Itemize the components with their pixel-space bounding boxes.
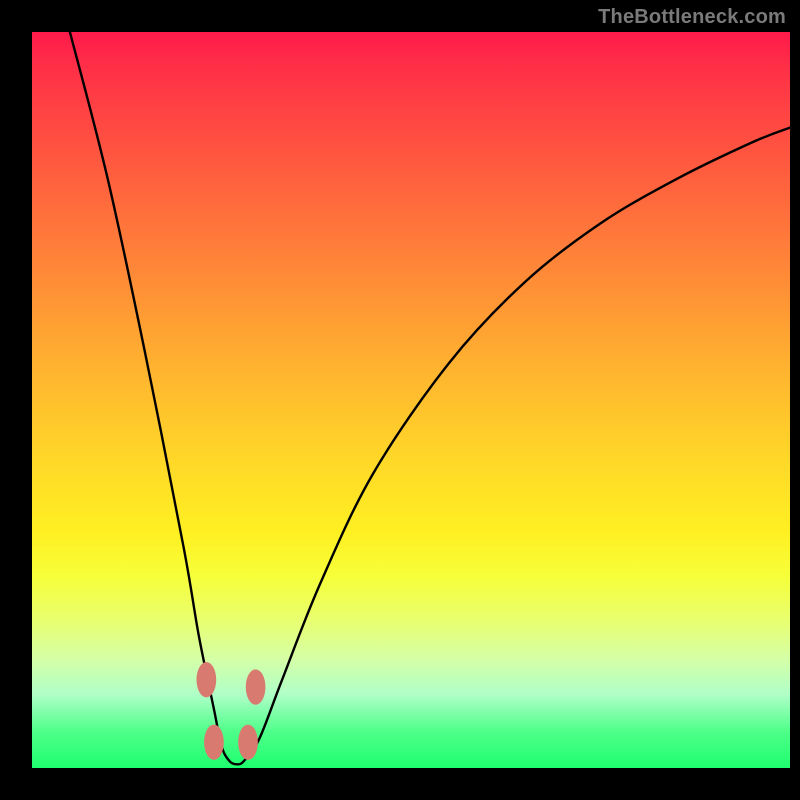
chart-svg	[0, 0, 800, 800]
curve-markers	[196, 662, 265, 760]
curve-marker	[246, 669, 266, 704]
curve-marker	[196, 662, 216, 697]
bottleneck-curve	[70, 32, 790, 764]
curve-marker	[204, 725, 224, 760]
curve-marker	[238, 725, 258, 760]
frame: TheBottleneck.com	[0, 0, 800, 800]
